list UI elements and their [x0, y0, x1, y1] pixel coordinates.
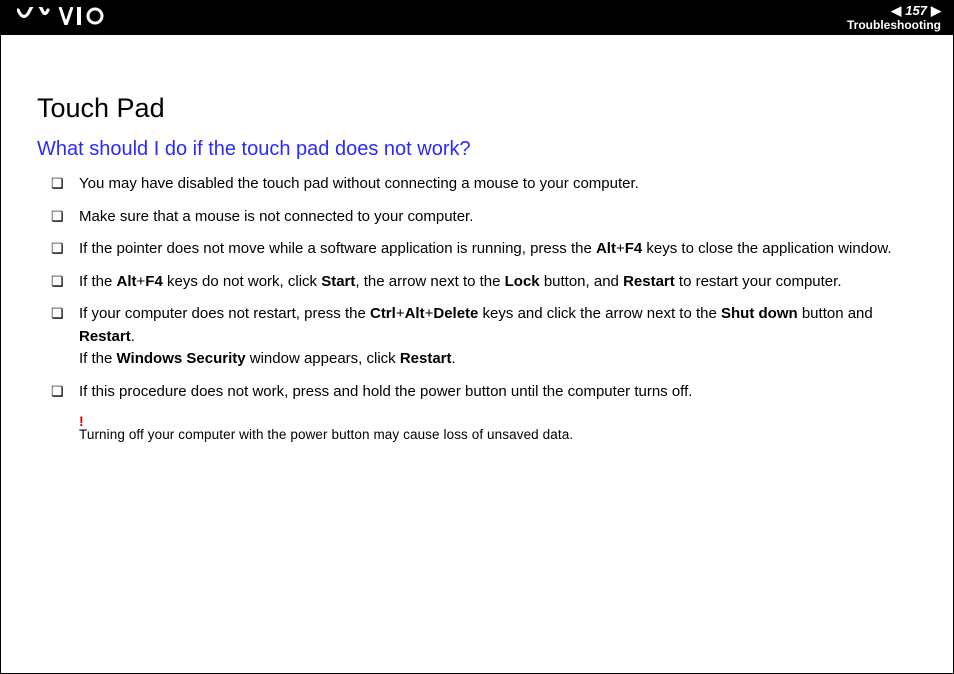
vaio-logo — [17, 7, 107, 30]
warning-text: Turning off your computer with the power… — [79, 427, 573, 442]
page-navigator: ◀ 157 ▶ — [891, 4, 941, 18]
list-item: Make sure that a mouse is not connected … — [51, 206, 927, 229]
list-item: If this procedure does not work, press a… — [51, 381, 927, 404]
section-label: Troubleshooting — [847, 19, 941, 32]
list-item: If your computer does not restart, press… — [51, 303, 927, 371]
list-item: If the pointer does not move while a sof… — [51, 238, 927, 261]
page-subtitle: What should I do if the touch pad does n… — [37, 138, 927, 161]
page-content: Touch Pad What should I do if the touch … — [1, 35, 953, 442]
list-item: You may have disabled the touch pad with… — [51, 173, 927, 196]
page-title: Touch Pad — [37, 93, 927, 124]
header-bar: ◀ 157 ▶ Troubleshooting — [1, 1, 953, 35]
page-number: 157 — [905, 4, 927, 18]
warning-block: ! Turning off your computer with the pow… — [79, 413, 927, 442]
next-page-arrow-icon[interactable]: ▶ — [931, 4, 941, 18]
prev-page-arrow-icon[interactable]: ◀ — [891, 4, 901, 18]
bullet-list: You may have disabled the touch pad with… — [51, 173, 927, 403]
list-item: If the Alt+F4 keys do not work, click St… — [51, 271, 927, 294]
